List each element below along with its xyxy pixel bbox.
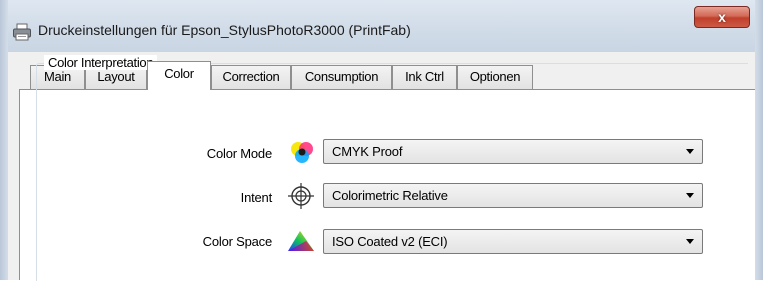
window-frame-right xyxy=(755,0,763,280)
title-bar[interactable]: Druckeinstellungen für Epson_StylusPhoto… xyxy=(0,0,763,52)
intent-select[interactable]: Colorimetric Relative xyxy=(323,183,703,208)
intent-value: Colorimetric Relative xyxy=(332,188,448,203)
color-space-select[interactable]: ISO Coated v2 (ECI) xyxy=(323,229,703,254)
crosshair-icon xyxy=(288,183,314,209)
color-mode-value: CMYK Proof xyxy=(332,144,403,159)
chevron-down-icon xyxy=(686,149,694,154)
chevron-down-icon xyxy=(686,239,694,244)
color-mode-label: Color Mode xyxy=(206,146,272,161)
color-space-value: ISO Coated v2 (ECI) xyxy=(332,234,448,249)
close-button[interactable]: x xyxy=(694,6,750,28)
color-mode-icon xyxy=(291,142,313,163)
print-settings-window: Druckeinstellungen für Epson_StylusPhoto… xyxy=(0,0,763,281)
gamut-icon xyxy=(288,231,314,251)
color-mode-select[interactable]: CMYK Proof xyxy=(323,139,703,164)
color-space-label: Color Space xyxy=(202,234,273,249)
group-label: Color Interpretation xyxy=(44,55,158,70)
printer-icon xyxy=(13,23,31,41)
intent-label: Intent xyxy=(240,190,273,205)
chevron-down-icon xyxy=(686,193,694,198)
window-title: Druckeinstellungen für Epson_StylusPhoto… xyxy=(38,22,411,38)
tab-color[interactable]: Color xyxy=(147,61,211,90)
window-frame-left xyxy=(0,0,8,280)
